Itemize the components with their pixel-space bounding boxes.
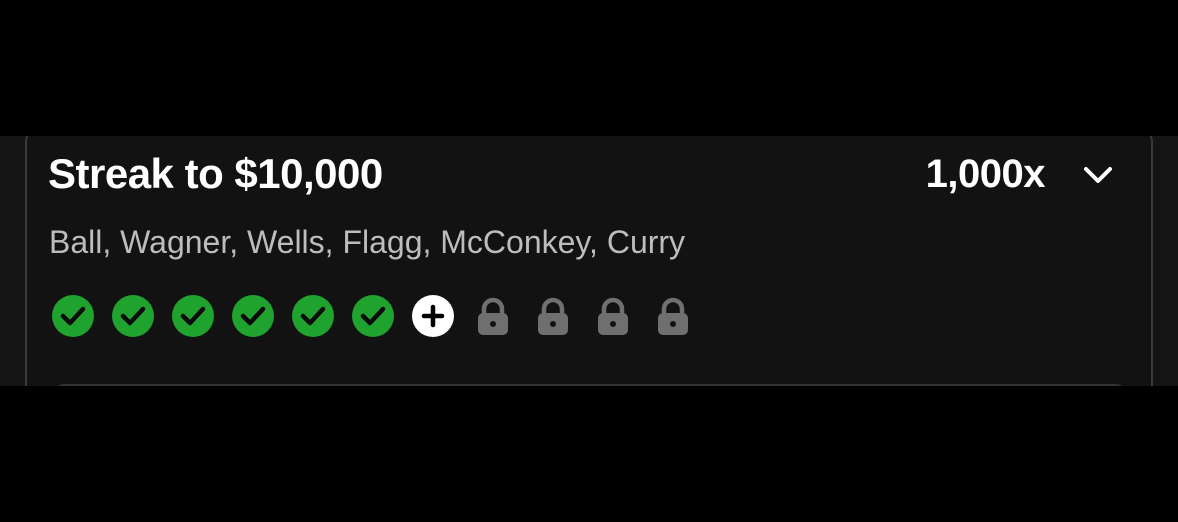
streak-card[interactable]: Streak to $10,000 1,000x Ball, Wagner, W… — [25, 136, 1153, 386]
streak-players: Ball, Wagner, Wells, Flagg, McConkey, Cu… — [49, 224, 686, 260]
chevron-down-icon[interactable] — [1081, 160, 1115, 190]
check-icon — [231, 294, 275, 338]
streak-panel: Streak to $10,000 1,000x Ball, Wagner, W… — [0, 136, 1178, 386]
check-icon — [51, 294, 95, 338]
screen: Streak to $10,000 1,000x Ball, Wagner, W… — [0, 0, 1178, 522]
inner-card — [51, 384, 1129, 386]
check-icon — [111, 294, 155, 338]
lock-icon — [471, 294, 515, 338]
streak-multiplier: 1,000x — [925, 152, 1046, 196]
lock-icon — [591, 294, 635, 338]
lock-icon — [531, 294, 575, 338]
plus-icon — [411, 294, 455, 338]
streak-progress — [51, 294, 711, 338]
lock-icon — [651, 294, 695, 338]
check-icon — [171, 294, 215, 338]
check-icon — [351, 294, 395, 338]
check-icon — [291, 294, 335, 338]
streak-title: Streak to $10,000 — [48, 150, 383, 197]
